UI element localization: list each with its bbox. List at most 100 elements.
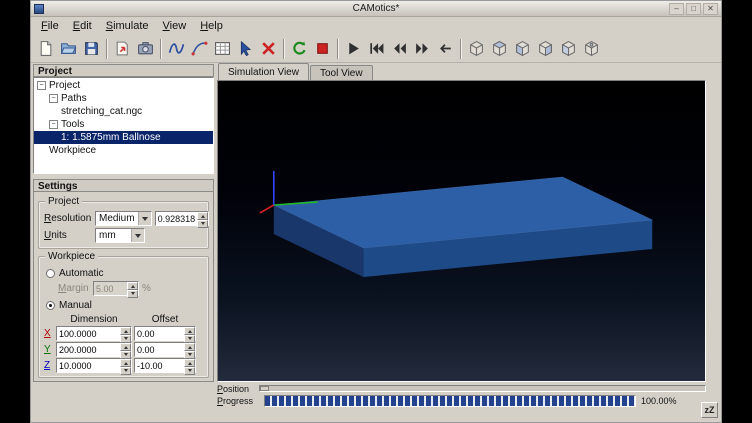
spin-down-icon[interactable]: [184, 367, 195, 375]
collapse-icon[interactable]: [49, 120, 58, 129]
position-label: Position: [217, 384, 259, 394]
x-offset-spinbox[interactable]: 0.00: [134, 326, 196, 341]
close-button[interactable]: ✕: [703, 3, 718, 15]
menu-simulate[interactable]: Simulate: [99, 19, 156, 33]
tree-item-paths[interactable]: Paths: [34, 92, 213, 105]
menu-file[interactable]: File: [34, 19, 66, 33]
spin-arrows[interactable]: [127, 282, 138, 295]
dropdown-arrow-icon[interactable]: [138, 212, 151, 225]
back-view-button[interactable]: [580, 37, 603, 60]
resolution-row: Resolution Medium 0.928318: [44, 211, 203, 226]
spin-arrows[interactable]: [184, 327, 195, 340]
spin-up-icon[interactable]: [120, 343, 131, 351]
fast-forward-button[interactable]: [411, 37, 434, 60]
margin-spinbox[interactable]: 5.00: [93, 281, 139, 296]
z-offset-spinbox[interactable]: -10.00: [134, 358, 196, 373]
spin-down-icon[interactable]: [120, 367, 131, 375]
export-button[interactable]: [111, 37, 134, 60]
right-view-button[interactable]: [534, 37, 557, 60]
spin-arrows[interactable]: [184, 343, 195, 356]
dropdown-arrow-icon[interactable]: [131, 229, 144, 242]
manual-radio[interactable]: Manual: [46, 300, 201, 311]
radio-checked-icon[interactable]: [46, 301, 55, 310]
tree-item-workpiece[interactable]: Workpiece: [34, 144, 213, 157]
menu-view[interactable]: View: [156, 19, 194, 33]
reload-button[interactable]: [288, 37, 311, 60]
save-project-button[interactable]: [80, 37, 103, 60]
spin-down-icon[interactable]: [197, 220, 208, 228]
toolpath-curve-button[interactable]: [188, 37, 211, 60]
tree-item-ballnose-tool[interactable]: 1: 1.5875mm Ballnose: [34, 131, 213, 144]
spin-up-icon[interactable]: [184, 327, 195, 335]
resolution-step-spinbox[interactable]: 0.928318: [155, 211, 210, 226]
minimize-button[interactable]: –: [669, 3, 684, 15]
resolution-select[interactable]: Medium: [95, 211, 152, 226]
menu-edit[interactable]: Edit: [66, 19, 99, 33]
tree-item-project[interactable]: Project: [34, 79, 213, 92]
tree-item-ngc-file[interactable]: stretching_cat.ngc: [34, 105, 213, 118]
z-dimension-spinbox[interactable]: 10.0000: [56, 358, 132, 373]
screenshot-button[interactable]: [134, 37, 157, 60]
project-tree: Project Paths stretching_cat.ngc Tools 1…: [33, 77, 214, 174]
restart-button[interactable]: [365, 37, 388, 60]
tab-tool-view[interactable]: Tool View: [310, 65, 373, 80]
cube-right-icon: [537, 40, 554, 57]
y-dimension-spinbox[interactable]: 200.0000: [56, 342, 132, 357]
spin-up-icon[interactable]: [184, 359, 195, 367]
simulation-3d-view[interactable]: [217, 80, 706, 382]
spin-up-icon[interactable]: [127, 282, 138, 290]
spin-arrows[interactable]: [120, 327, 131, 340]
select-pointer-button[interactable]: [234, 37, 257, 60]
spin-arrows[interactable]: [120, 359, 131, 372]
open-project-button[interactable]: [57, 37, 80, 60]
spin-up-icon[interactable]: [184, 343, 195, 351]
grid-icon: [214, 40, 231, 57]
iso-view-button[interactable]: [465, 37, 488, 60]
units-select[interactable]: mm: [95, 228, 145, 243]
position-slider[interactable]: [259, 385, 706, 392]
maximize-button[interactable]: □: [686, 3, 701, 15]
spin-arrows[interactable]: [120, 343, 131, 356]
tree-item-tools[interactable]: Tools: [34, 118, 213, 131]
cube-iso-icon: [468, 40, 485, 57]
toolpath-wave-button[interactable]: [165, 37, 188, 60]
play-button[interactable]: [342, 37, 365, 60]
margin-label: Margin: [58, 283, 90, 294]
progress-bar-fill: [265, 396, 635, 406]
spin-arrows[interactable]: [184, 359, 195, 372]
front-view-button[interactable]: [511, 37, 534, 60]
left-view-button[interactable]: [557, 37, 580, 60]
sleep-button[interactable]: zZ: [701, 402, 718, 418]
refresh-icon: [291, 40, 308, 57]
stop-icon: [314, 40, 331, 57]
new-file-button[interactable]: [34, 37, 57, 60]
reverse-button[interactable]: [388, 37, 411, 60]
step-back-button[interactable]: [434, 37, 457, 60]
top-view-button[interactable]: [488, 37, 511, 60]
spin-down-icon[interactable]: [127, 290, 138, 298]
progress-label: Progress: [217, 396, 259, 406]
export-icon: [114, 40, 131, 57]
delete-button[interactable]: [257, 37, 280, 60]
position-slider-handle[interactable]: [260, 386, 269, 391]
spin-up-icon[interactable]: [120, 327, 131, 335]
spin-up-icon[interactable]: [197, 212, 208, 220]
y-offset-spinbox[interactable]: 0.00: [134, 342, 196, 357]
tool-table-button[interactable]: [211, 37, 234, 60]
cube-front-icon: [514, 40, 531, 57]
radio-icon[interactable]: [46, 269, 55, 278]
collapse-icon[interactable]: [49, 94, 58, 103]
new-file-icon: [37, 40, 54, 57]
window-controls: – □ ✕: [667, 3, 718, 15]
menu-help[interactable]: Help: [193, 19, 230, 33]
tab-simulation-view[interactable]: Simulation View: [218, 63, 309, 80]
automatic-radio[interactable]: Automatic: [46, 268, 201, 279]
wave-icon: [168, 40, 185, 57]
spin-up-icon[interactable]: [120, 359, 131, 367]
x-axis-label: X: [44, 328, 54, 339]
stop-button[interactable]: [311, 37, 334, 60]
collapse-icon[interactable]: [37, 81, 46, 90]
cube-left-icon: [560, 40, 577, 57]
spin-arrows[interactable]: [197, 212, 208, 225]
x-dimension-spinbox[interactable]: 100.0000: [56, 326, 132, 341]
